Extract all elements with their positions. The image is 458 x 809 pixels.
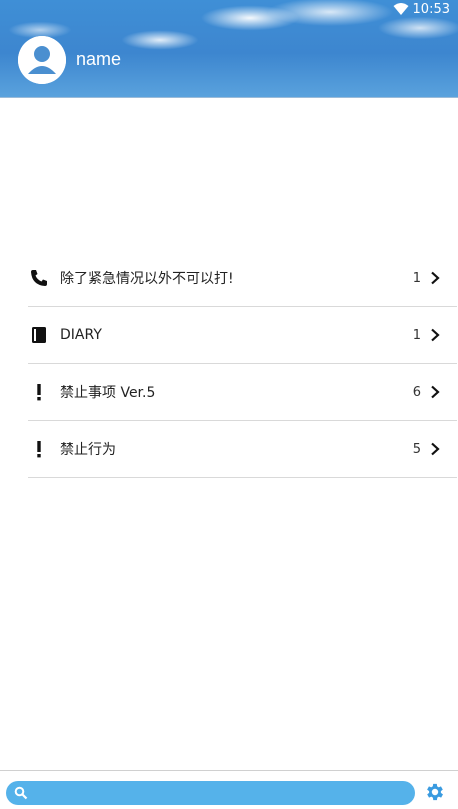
exclamation-icon — [28, 381, 50, 403]
bottom-bar — [0, 770, 458, 809]
gear-icon[interactable] — [424, 781, 446, 803]
list-item-label: 禁止事项 Ver.5 — [60, 385, 156, 401]
list-item-label: 除了紧急情况以外不可以打! — [60, 271, 234, 287]
status-bar: 10:53 — [393, 0, 450, 18]
list-item-diary[interactable]: DIARY 1 — [28, 307, 457, 364]
exclamation-icon — [28, 438, 50, 460]
search-input[interactable] — [32, 781, 402, 805]
profile-header: 10:53 name — [0, 0, 458, 98]
list-item-count: 1 — [412, 270, 421, 286]
list-item-emergency[interactable]: 除了紧急情况以外不可以打! 1 — [28, 250, 457, 307]
chevron-right-icon — [431, 442, 440, 456]
list-item-rules[interactable]: 禁止事项 Ver.5 6 — [28, 364, 457, 421]
search-icon — [14, 786, 28, 800]
search-bar[interactable] — [6, 781, 415, 805]
list-item-prohibited[interactable]: 禁止行为 5 — [28, 421, 457, 478]
list-item-count: 6 — [412, 384, 421, 400]
person-icon — [18, 36, 66, 84]
list-item-count: 5 — [412, 441, 421, 457]
wifi-icon — [393, 3, 409, 15]
user-name: name — [76, 49, 122, 69]
list-item-label: 禁止行为 — [60, 442, 116, 458]
chevron-right-icon — [431, 385, 440, 399]
chevron-right-icon — [431, 271, 440, 285]
contact-list: 除了紧急情况以外不可以打! 1 DIARY 1 禁止事项 Ver.5 6 禁止行… — [28, 250, 457, 478]
status-time: 10:53 — [412, 1, 450, 17]
phone-icon — [28, 267, 50, 289]
list-item-count: 1 — [412, 327, 421, 343]
avatar[interactable] — [18, 36, 66, 84]
chevron-right-icon — [431, 328, 440, 342]
list-item-label: DIARY — [60, 327, 102, 343]
book-icon — [28, 324, 50, 346]
